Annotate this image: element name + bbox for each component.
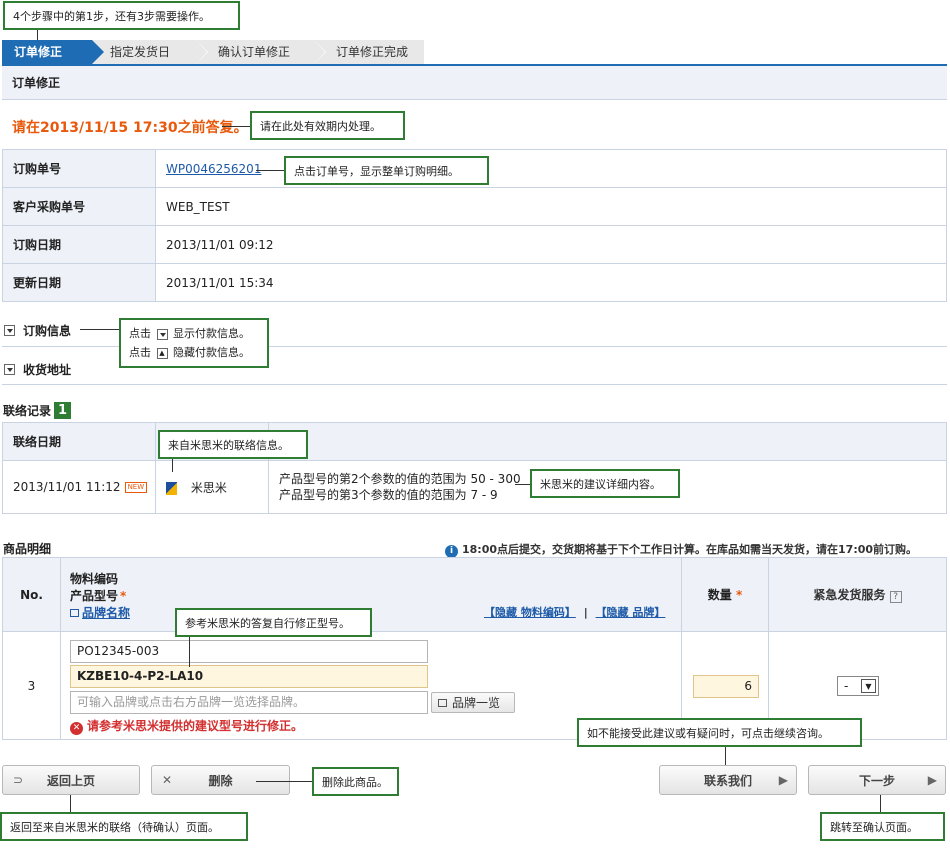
callout-connector: [725, 747, 726, 765]
callout-connector: [70, 795, 71, 812]
brand-name-link[interactable]: 品牌名称: [70, 604, 130, 621]
expand-icon: [156, 328, 168, 340]
divider: [2, 384, 947, 385]
deadline-callout: 请在此处有效期内处理。: [250, 111, 405, 140]
step-1: 订单修正: [2, 40, 104, 64]
contact-us-button[interactable]: 联系我们 ▶: [659, 765, 797, 795]
chevron-down-icon: ▼: [861, 679, 876, 693]
model-fix-callout: 参考米思米的答复自行修正型号。: [175, 608, 372, 637]
quantity-input[interactable]: 6: [693, 675, 759, 698]
table-row: 联络日期: [2, 422, 947, 461]
col-item-code-header: 物料编码: [70, 572, 119, 586]
contact-date: 2013/11/01 11:12: [13, 480, 121, 494]
contact-date-header: 联络日期: [2, 422, 156, 461]
order-no-label: 订购单号: [2, 149, 156, 188]
error-icon: ✕: [70, 722, 83, 735]
help-icon[interactable]: ?: [889, 591, 902, 603]
chevron-right-icon: ▶: [778, 773, 788, 787]
step-number-badge: 1: [54, 402, 72, 419]
callout-connector: [37, 30, 38, 40]
col-urgent-header: 紧急发货服务: [813, 588, 886, 602]
new-badge: NEW: [124, 482, 148, 493]
window-icon: [70, 609, 79, 617]
callout-connector: [189, 637, 190, 667]
progress-steps: 订单修正 指定发货日 确认订单修正 订单修正完成: [2, 40, 424, 64]
back-arrow-icon: ⊃: [13, 773, 24, 787]
expand-icon: [4, 325, 15, 336]
customer-po-value: WEB_TEST: [155, 187, 947, 226]
product-detail-title: 商品明细: [3, 542, 52, 556]
ship-address-toggle[interactable]: 收货地址: [4, 361, 71, 378]
delete-callout: 删除此商品。: [312, 767, 399, 796]
suggest-detail-callout: 米思米的建议详细内容。: [530, 469, 680, 498]
next-callout: 跳转至确认页面。: [820, 812, 945, 841]
urgent-select[interactable]: - ▼: [837, 676, 879, 696]
callout-connector: [222, 126, 250, 127]
steps-callout-text: 4个步骤中的第1步，还有3步需要操作。: [13, 9, 210, 23]
col-model-header: 产品型号: [70, 589, 119, 603]
deadline-text: 请在2013/11/15 17:30之前答复。: [12, 120, 248, 136]
hide-brand-link[interactable]: 【隐藏 品牌】: [596, 606, 666, 619]
table-row: No. 数量 * 紧急发货服务 ?: [2, 557, 947, 632]
back-button[interactable]: ⊃ 返回上页: [2, 765, 140, 795]
purchase-info-toggle[interactable]: 订购信息: [4, 322, 71, 339]
cutoff-notice: i 18:00点后提交，交货期将基于下个工作日计算。在库品如需当天发货，请在17:…: [445, 541, 917, 558]
table-row: 2013/11/01 11:12 NEW 米思米 产品型号的第2个参数的值的范围为…: [2, 460, 947, 514]
row-no: 3: [2, 631, 61, 740]
order-date-value: 2013/11/01 09:12: [155, 225, 947, 264]
contact-log-table: 联络日期 2013/11/01 11:12 NEW 米思米 产品型号的第2个参数的…: [2, 422, 947, 514]
hide-item-code-link[interactable]: 【隐藏 物料编码】: [484, 606, 576, 619]
contact-source-callout: 来自米思米的联络信息。: [158, 430, 308, 459]
back-callout: 返回至来自米思米的联络（待确认）页面。: [0, 812, 248, 841]
update-date-label: 更新日期: [2, 263, 156, 302]
collapse-icon: ▲: [156, 347, 168, 359]
callout-connector: [880, 795, 881, 812]
callout-connector: [256, 170, 284, 171]
callout-connector: [256, 781, 312, 782]
order-no-link[interactable]: WP0046256201: [166, 162, 261, 176]
model-error: ✕ 请参考米思米提供的建议型号进行修正。: [70, 717, 303, 735]
chevron-right-icon: ▶: [927, 773, 937, 787]
order-date-label: 订购日期: [2, 225, 156, 264]
contact-log-title: 联络记录 1: [3, 402, 72, 419]
col-qty-header: 数量: [707, 588, 732, 602]
callout-connector: [80, 329, 120, 330]
next-button[interactable]: 下一步 ▶: [808, 765, 946, 795]
misumi-logo-icon: [166, 481, 177, 495]
delete-button[interactable]: ✕ 删除: [151, 765, 290, 795]
col-no-header: No.: [2, 557, 61, 632]
step-4: 订单修正完成: [314, 40, 424, 64]
page-title: 订单修正: [2, 64, 947, 100]
steps-callout: 4个步骤中的第1步，还有3步需要操作。: [3, 1, 240, 30]
window-icon: [438, 698, 447, 707]
brand-list-button[interactable]: 品牌一览: [431, 692, 515, 713]
model-input[interactable]: KZBE10-4-P2-LA10: [70, 665, 428, 688]
table-row: 客户采购单号 WEB_TEST: [2, 187, 947, 226]
step-2: 指定发货日: [92, 40, 208, 64]
callout-connector: [515, 484, 530, 485]
item-code-input[interactable]: PO12345-003: [70, 640, 428, 663]
table-row: 订购日期 2013/11/01 09:12: [2, 225, 947, 264]
order-link-callout: 点击订单号，显示整单订购明细。: [284, 156, 489, 185]
toggle-callout: 点击 显示付款信息。 点击 ▲ 隐藏付款信息。: [119, 318, 269, 368]
callout-connector: [172, 459, 173, 472]
expand-icon: [4, 364, 15, 375]
close-icon: ✕: [162, 773, 173, 787]
update-date-value: 2013/11/01 15:34: [155, 263, 947, 302]
contact-sender: 米思米: [190, 480, 227, 495]
brand-input[interactable]: 可输入品牌或点击右方品牌一览选择品牌。: [70, 691, 428, 714]
inquiry-callout: 如不能接受此建议或有疑问时，可点击继续咨询。: [577, 718, 862, 747]
customer-po-label: 客户采购单号: [2, 187, 156, 226]
table-row: 更新日期 2013/11/01 15:34: [2, 263, 947, 302]
step-3: 确认订单修正: [196, 40, 326, 64]
